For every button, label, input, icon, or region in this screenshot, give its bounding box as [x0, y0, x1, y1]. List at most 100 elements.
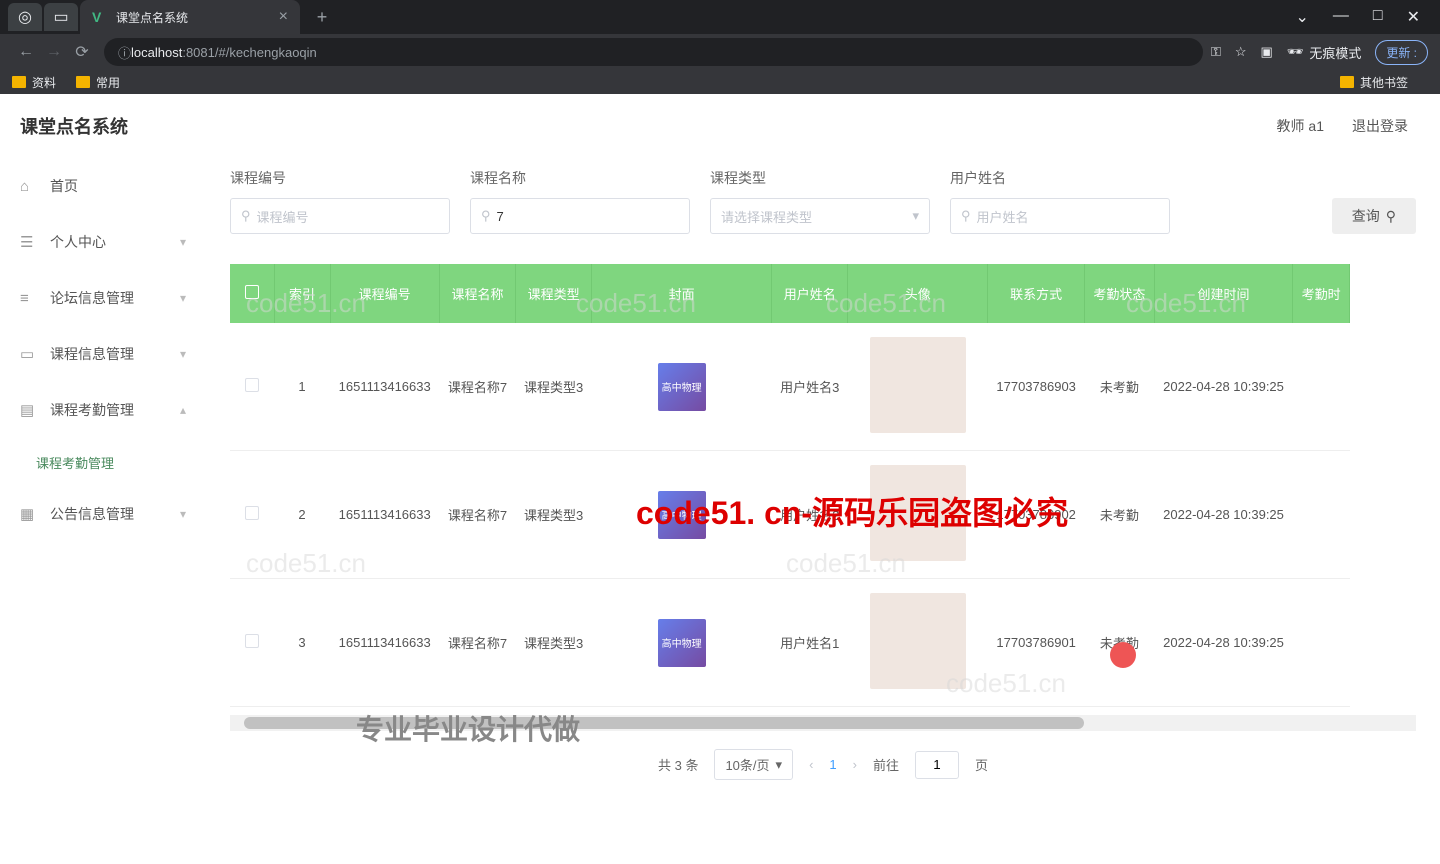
page-size-select[interactable]: 10条/页▾ [714, 749, 793, 780]
table-header: 联系方式 [988, 264, 1085, 323]
sidebar-item[interactable]: ▦公告信息管理▾ [0, 486, 206, 542]
menu-icon: ▦ [20, 505, 38, 523]
course-code-input[interactable]: ⚲课程编号 [230, 198, 450, 234]
vue-favicon-icon: V [92, 9, 108, 25]
cover-thumbnail[interactable]: 高中物理 [658, 491, 706, 539]
bookmarks-bar: 资料 常用 其他书签 [0, 70, 1440, 94]
url-input[interactable]: ⓘ localhost:8081/#/kechengkaoqin [104, 38, 1203, 66]
app-root: 课堂点名系统 ⌂首页☰个人中心▾≡论坛信息管理▾▭课程信息管理▾▤课程考勤管理▴… [0, 94, 1440, 864]
maximize-icon[interactable]: □ [1373, 7, 1383, 27]
course-type-select[interactable]: 请选择课程类型▾ [710, 198, 930, 234]
cover-thumbnail[interactable]: 高中物理 [658, 619, 706, 667]
back-button[interactable]: ← [12, 38, 40, 66]
row-checkbox[interactable] [245, 634, 259, 648]
page-number-current[interactable]: 1 [829, 757, 836, 772]
minimize-icon[interactable]: — [1333, 7, 1349, 27]
search-icon: ⚲ [1386, 208, 1396, 225]
tab-inactive-2[interactable]: ▭ [44, 3, 78, 31]
user-name-input[interactable]: ⚲用户姓名 [950, 198, 1170, 234]
table-row: 31651113416633课程名称7课程类型3高中物理用户姓名11770378… [230, 579, 1350, 707]
sidebar-item[interactable]: ▭课程信息管理▾ [0, 326, 206, 382]
chevron-down-icon: ▾ [912, 208, 919, 224]
prev-page-button[interactable]: ‹ [809, 757, 813, 772]
next-page-button[interactable]: › [853, 757, 857, 772]
chevron-down-icon: ▾ [776, 757, 783, 773]
chevron-icon: ▾ [180, 235, 186, 249]
sidebar-item[interactable]: ≡论坛信息管理▾ [0, 270, 206, 326]
checkbox-all[interactable] [245, 285, 259, 299]
search-button[interactable]: 查询⚲ [1332, 198, 1416, 234]
close-window-icon[interactable]: ✕ [1407, 7, 1420, 27]
table-header: 封面 [592, 264, 772, 323]
user-label: 教师 a1 [1277, 116, 1324, 136]
tab-active[interactable]: V 课堂点名系统 × [80, 0, 300, 34]
table-header: 考勤时 [1293, 264, 1350, 323]
tab-bar: ◎ ▭ V 课堂点名系统 × + ⌄ — □ ✕ [0, 0, 1440, 34]
sidebar-item[interactable]: ▤课程考勤管理▴ [0, 382, 206, 438]
user-avatar[interactable] [870, 465, 966, 561]
row-checkbox[interactable] [245, 506, 259, 520]
extensions-icon[interactable]: ▣ [1261, 44, 1273, 60]
chevron-down-icon[interactable]: ⌄ [1296, 7, 1309, 27]
content: 课程编号 ⚲课程编号 课程名称 ⚲7 课程类型 请选择课程类型▾ 用户姓名 ⚲用… [206, 158, 1440, 864]
window-controls: ⌄ — □ ✕ [1296, 7, 1440, 27]
forward-button[interactable]: → [40, 38, 68, 66]
menu-icon: ⌂ [20, 178, 38, 195]
info-icon: ⓘ [118, 43, 131, 62]
tab-inactive-1[interactable]: ◎ [8, 3, 42, 31]
sidebar-item[interactable]: 课程考勤管理 [0, 438, 206, 486]
menu-icon: ☰ [20, 233, 38, 251]
folder-icon [12, 76, 26, 88]
table-header: 课程编号 [330, 264, 439, 323]
sidebar-item[interactable]: ⌂首页 [0, 158, 206, 214]
pagination: 共 3 条 10条/页▾ ‹ 1 › 前往 页 [230, 731, 1416, 798]
logout-link[interactable]: 退出登录 [1352, 116, 1408, 136]
table-header: 用户姓名 [772, 264, 848, 323]
table-row: 21651113416633课程名称7课程类型3高中物理用户姓名21770378… [230, 451, 1350, 579]
chevron-icon: ▴ [180, 403, 186, 417]
app-logo: 课堂点名系统 [0, 94, 206, 158]
update-button[interactable]: 更新 : [1375, 40, 1428, 65]
course-name-input[interactable]: ⚲7 [470, 198, 690, 234]
address-bar-right: ⚿ ☆ ▣ 🕶 无痕模式 更新 : [1211, 40, 1428, 65]
new-tab-button[interactable]: + [308, 3, 336, 31]
other-bookmarks[interactable]: 其他书签 [1340, 74, 1408, 91]
cover-thumbnail[interactable]: 高中物理 [658, 363, 706, 411]
sidebar: 课堂点名系统 ⌂首页☰个人中心▾≡论坛信息管理▾▭课程信息管理▾▤课程考勤管理▴… [0, 94, 206, 864]
row-checkbox[interactable] [245, 378, 259, 392]
table-header: 课程名称 [439, 264, 515, 323]
goto-page-input[interactable] [915, 751, 959, 779]
key-icon[interactable]: ⚿ [1211, 44, 1221, 60]
user-avatar[interactable] [870, 337, 966, 433]
browser-chrome: ◎ ▭ V 课堂点名系统 × + ⌄ — □ ✕ ← → ⟳ ⓘ localho… [0, 0, 1440, 94]
scrollbar-thumb[interactable] [244, 717, 1084, 729]
horizontal-scrollbar[interactable] [230, 715, 1416, 731]
table-header [230, 264, 274, 323]
incognito-indicator: 🕶 无痕模式 [1287, 43, 1362, 62]
star-icon[interactable]: ☆ [1235, 44, 1247, 60]
sidebar-item[interactable]: ☰个人中心▾ [0, 214, 206, 270]
table-row: 11651113416633课程名称7课程类型3高中物理用户姓名31770378… [230, 323, 1350, 451]
chevron-icon: ▾ [180, 291, 186, 305]
table-header: 创建时间 [1154, 264, 1292, 323]
menu-icon: ▤ [20, 401, 38, 419]
chevron-icon: ▾ [180, 507, 186, 521]
reload-button[interactable]: ⟳ [68, 38, 96, 66]
filter-course-code: 课程编号 ⚲课程编号 [230, 168, 450, 234]
user-avatar[interactable] [870, 593, 966, 689]
goto-label: 前往 [873, 755, 899, 774]
attendance-table: 索引课程编号课程名称课程类型封面用户姓名头像联系方式考勤状态创建时间考勤时 11… [230, 264, 1350, 707]
bookmark-ziliao[interactable]: 资料 [12, 74, 56, 91]
main-area: 教师 a1 退出登录 课程编号 ⚲课程编号 课程名称 ⚲7 课程类型 请选择课程… [206, 94, 1440, 864]
table-header: 考勤状态 [1084, 264, 1154, 323]
chevron-icon: ▾ [180, 347, 186, 361]
tab-title: 课堂点名系统 [116, 9, 188, 26]
bookmark-changyong[interactable]: 常用 [76, 74, 120, 91]
table-container: 索引课程编号课程名称课程类型封面用户姓名头像联系方式考勤状态创建时间考勤时 11… [230, 264, 1416, 707]
table-header: 索引 [274, 264, 330, 323]
filter-user-name: 用户姓名 ⚲用户姓名 [950, 168, 1170, 234]
search-icon: ⚲ [241, 208, 251, 224]
url-path: :8081/#/kechengkaoqin [182, 45, 316, 60]
tab-close-icon[interactable]: × [279, 8, 288, 26]
page-suffix: 页 [975, 755, 988, 774]
